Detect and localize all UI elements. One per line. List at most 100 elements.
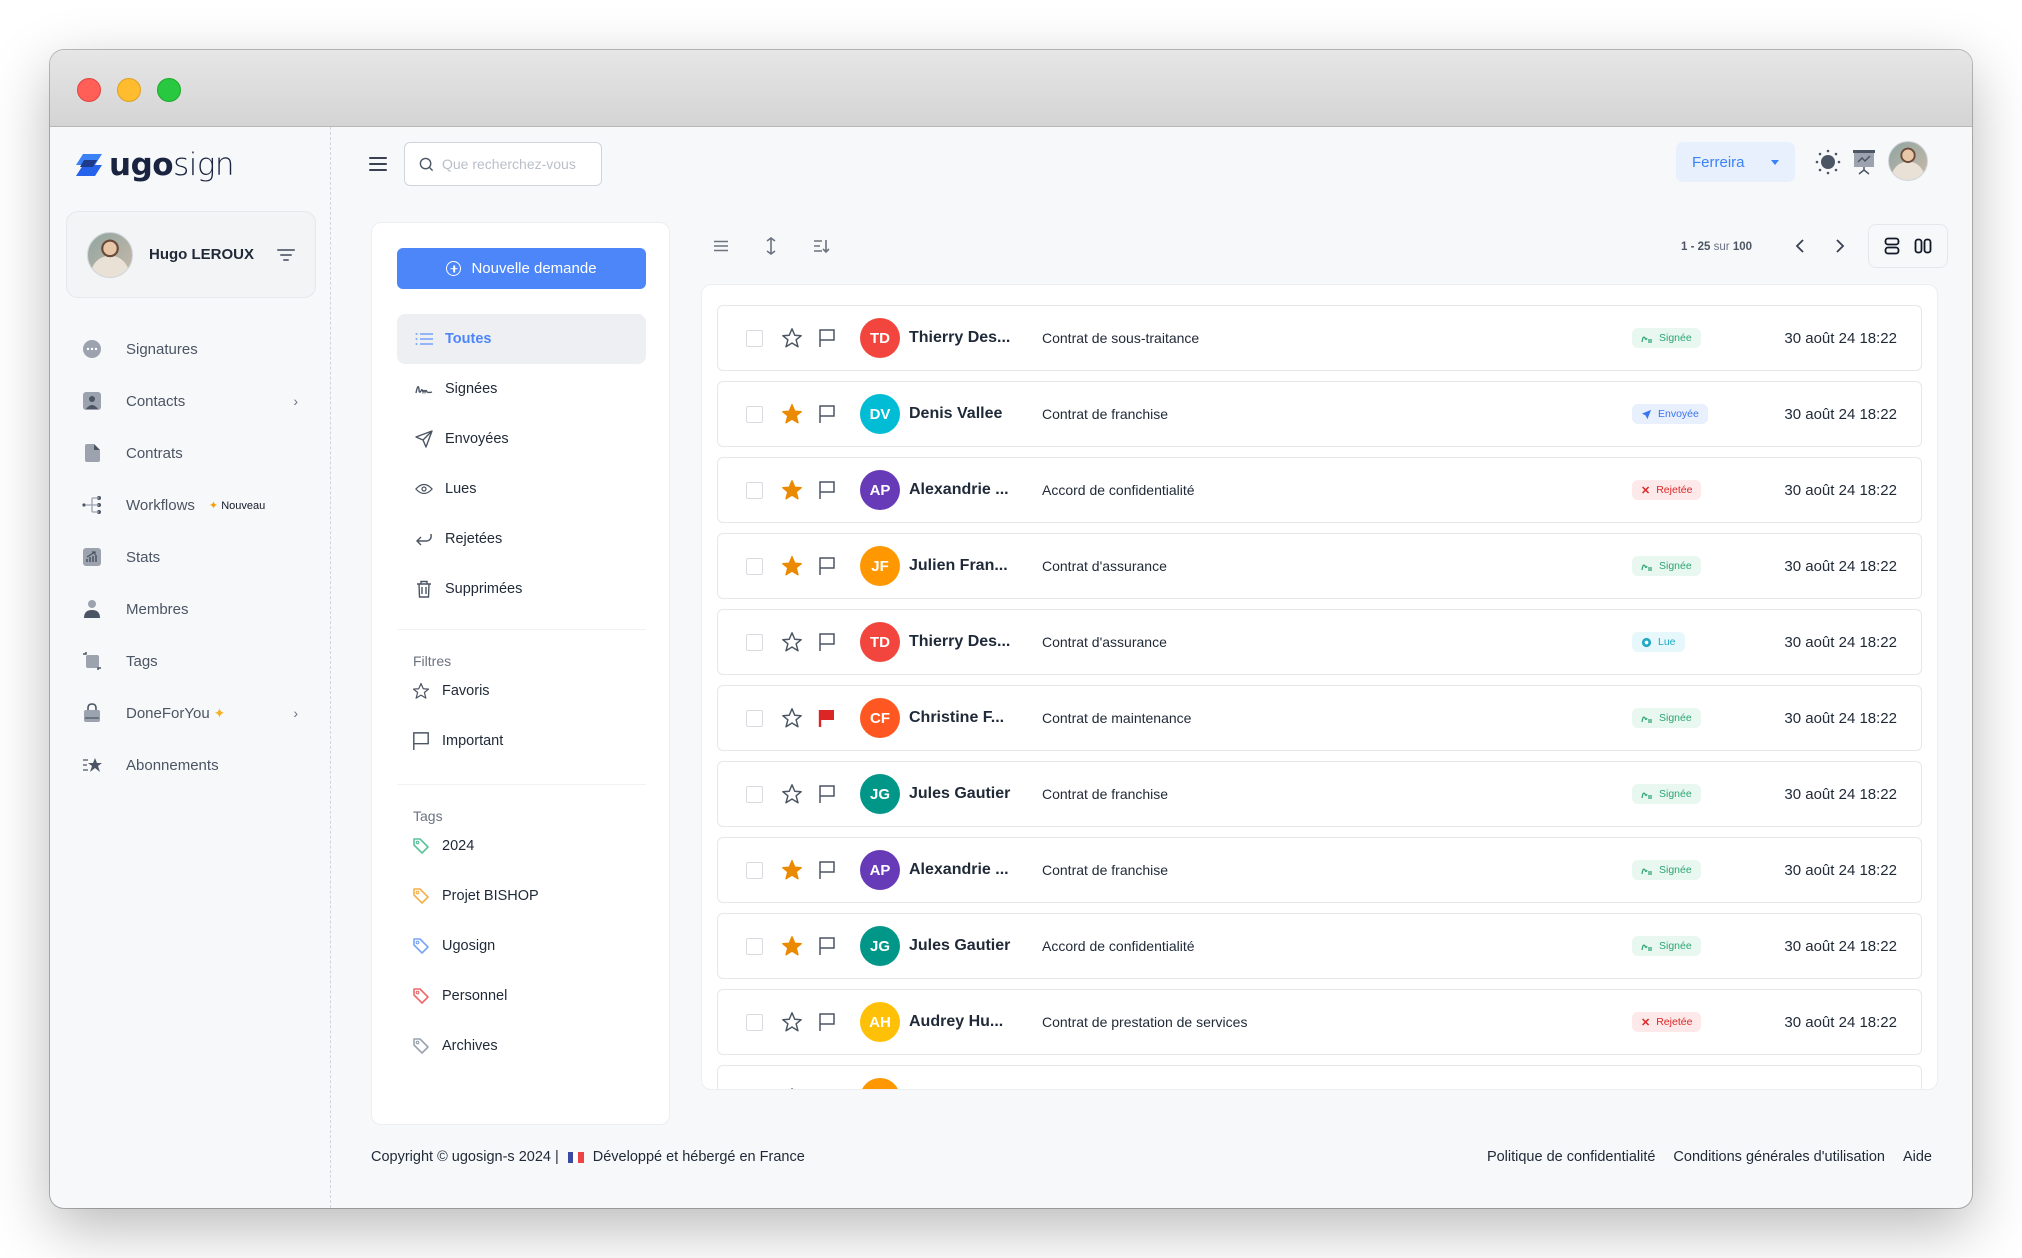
flag-outline-icon[interactable] bbox=[817, 936, 837, 956]
request-row[interactable]: AH Audrey Hu... Contrat de prestation de s… bbox=[717, 989, 1922, 1055]
sidebar-item-abonnements[interactable]: Abonnements bbox=[66, 739, 316, 791]
star-outline-icon[interactable] bbox=[781, 327, 803, 349]
request-row[interactable]: AP Alexandrie ... Accord de confidentialit… bbox=[717, 457, 1922, 523]
search-input[interactable] bbox=[442, 156, 592, 172]
maximize-window-button[interactable] bbox=[157, 78, 181, 102]
rows-view-icon[interactable] bbox=[1884, 237, 1900, 255]
minimize-window-button[interactable] bbox=[117, 78, 141, 102]
request-row[interactable]: JF Julien Fran... Contrat d'assurance Signé… bbox=[717, 533, 1922, 599]
tag-item[interactable]: Archives bbox=[397, 1021, 646, 1071]
close-window-button[interactable] bbox=[77, 78, 101, 102]
density-icon[interactable] bbox=[709, 234, 733, 258]
row-checkbox[interactable] bbox=[746, 861, 763, 879]
star-outline-icon[interactable] bbox=[781, 631, 803, 653]
star-filled-icon[interactable] bbox=[781, 479, 803, 501]
filter-important[interactable]: Important bbox=[397, 716, 646, 766]
privacy-policy-link[interactable]: Politique de confidentialité bbox=[1487, 1149, 1655, 1165]
sidebar-item-signatures[interactable]: Signatures bbox=[66, 323, 316, 375]
folder-deleted[interactable]: Supprimées bbox=[397, 564, 646, 614]
request-row[interactable]: TD Thierry Des... Contrat d'assurance Lue 30… bbox=[717, 609, 1922, 675]
flag-outline-icon[interactable] bbox=[817, 784, 837, 804]
row-checkbox[interactable] bbox=[746, 785, 763, 803]
sidebar-item-contacts[interactable]: Contacts › bbox=[66, 375, 316, 427]
star-outline-icon[interactable] bbox=[781, 1011, 803, 1033]
star-outline-icon[interactable] bbox=[781, 707, 803, 729]
folder-sent[interactable]: Envoyées bbox=[397, 414, 646, 464]
terms-link[interactable]: Conditions générales d'utilisation bbox=[1673, 1149, 1885, 1165]
row-checkbox[interactable] bbox=[746, 1090, 763, 1091]
row-checkbox[interactable] bbox=[746, 405, 763, 423]
user-profile-card[interactable]: Hugo LEROUX bbox=[66, 211, 316, 298]
row-checkbox[interactable] bbox=[746, 1013, 763, 1031]
expand-vertical-icon[interactable] bbox=[759, 234, 783, 258]
sidebar-item-membres[interactable]: Membres bbox=[66, 583, 316, 635]
organization-select-value: Ferreira bbox=[1692, 153, 1745, 171]
folder-all[interactable]: Toutes bbox=[397, 314, 646, 364]
request-row[interactable]: JG Jules Gautier Contrat de franchise Signé… bbox=[717, 761, 1922, 827]
flag-outline-icon[interactable] bbox=[817, 328, 837, 348]
view-mode-toggle bbox=[1868, 224, 1948, 268]
flag-outline-icon[interactable] bbox=[817, 1012, 837, 1032]
sidebar-item-doneforyou[interactable]: DoneForYou ✦ › bbox=[66, 687, 316, 739]
folder-rejected[interactable]: Rejetées bbox=[397, 514, 646, 564]
search-box[interactable] bbox=[404, 142, 602, 186]
sun-icon[interactable] bbox=[1815, 149, 1841, 175]
request-row[interactable] bbox=[717, 1065, 1922, 1091]
new-request-button[interactable]: Nouvelle demande bbox=[397, 248, 646, 289]
row-checkbox[interactable] bbox=[746, 329, 763, 347]
request-row[interactable]: AP Alexandrie ... Contrat de franchise Sign… bbox=[717, 837, 1922, 903]
tag-item[interactable]: 2024 bbox=[397, 821, 646, 871]
sidebar-item-contrats[interactable]: Contrats bbox=[66, 427, 316, 479]
request-date: 30 août 24 18:22 bbox=[1784, 405, 1897, 423]
star-filled-icon[interactable] bbox=[781, 403, 803, 425]
flag-outline-icon[interactable] bbox=[817, 860, 837, 880]
row-checkbox[interactable] bbox=[746, 481, 763, 499]
signature-icon bbox=[1641, 716, 1652, 723]
brand-logo[interactable]: ugosign bbox=[75, 147, 235, 183]
columns-view-icon[interactable] bbox=[1914, 238, 1932, 254]
row-checkbox[interactable] bbox=[746, 557, 763, 575]
next-page-button[interactable] bbox=[1829, 234, 1851, 258]
recipient-name: Denis Vallee bbox=[909, 405, 1003, 422]
row-checkbox[interactable] bbox=[746, 633, 763, 651]
request-row[interactable]: DV Denis Vallee Contrat de franchise Envoyé… bbox=[717, 381, 1922, 447]
flag-outline-icon[interactable] bbox=[817, 404, 837, 424]
flag-outline-icon[interactable] bbox=[817, 556, 837, 576]
tag-item[interactable]: Personnel bbox=[397, 971, 646, 1021]
organization-select[interactable]: Ferreira bbox=[1676, 142, 1795, 182]
flag-outline-icon[interactable] bbox=[817, 480, 837, 500]
sidebar-item-stats[interactable]: Stats bbox=[66, 531, 316, 583]
status-label: Signée bbox=[1659, 332, 1692, 344]
folder-read[interactable]: Lues bbox=[397, 464, 646, 514]
status-badge: Envoyée bbox=[1632, 404, 1708, 424]
flag-outline-icon[interactable] bbox=[817, 1088, 837, 1090]
recipient-avatar bbox=[860, 1078, 900, 1089]
request-row[interactable]: TD Thierry Des... Contrat de sous-traitanc… bbox=[717, 305, 1922, 371]
previous-page-button[interactable] bbox=[1789, 234, 1811, 258]
tag-item[interactable]: Projet BISHOP bbox=[397, 871, 646, 921]
presentation-icon[interactable] bbox=[1852, 148, 1876, 176]
star-outline-icon[interactable] bbox=[781, 1087, 803, 1090]
sidebar-item-label: Membres bbox=[126, 600, 189, 618]
sort-icon[interactable] bbox=[810, 234, 834, 258]
filter-icon[interactable] bbox=[277, 248, 295, 261]
tag-item[interactable]: Ugosign bbox=[397, 921, 646, 971]
chevron-right-icon: › bbox=[293, 705, 298, 721]
star-outline-icon[interactable] bbox=[781, 783, 803, 805]
flag-outline-icon[interactable] bbox=[817, 632, 837, 652]
star-filled-icon[interactable] bbox=[781, 935, 803, 957]
account-avatar[interactable] bbox=[1888, 141, 1928, 181]
filter-favorites[interactable]: Favoris bbox=[397, 666, 646, 716]
star-filled-icon[interactable] bbox=[781, 555, 803, 577]
request-row[interactable]: CF Christine F... Contrat de maintenance Si… bbox=[717, 685, 1922, 751]
row-checkbox[interactable] bbox=[746, 709, 763, 727]
folder-signed[interactable]: Signées bbox=[397, 364, 646, 414]
flag-filled-icon[interactable] bbox=[817, 708, 837, 728]
request-row[interactable]: JG Jules Gautier Accord de confidentialité… bbox=[717, 913, 1922, 979]
sidebar-item-workflows[interactable]: Workflows ✦ Nouveau bbox=[66, 479, 316, 531]
star-filled-icon[interactable] bbox=[781, 859, 803, 881]
help-link[interactable]: Aide bbox=[1903, 1149, 1932, 1165]
row-checkbox[interactable] bbox=[746, 937, 763, 955]
sidebar-item-tags[interactable]: Tags bbox=[66, 635, 316, 687]
menu-toggle-icon[interactable] bbox=[369, 157, 387, 171]
